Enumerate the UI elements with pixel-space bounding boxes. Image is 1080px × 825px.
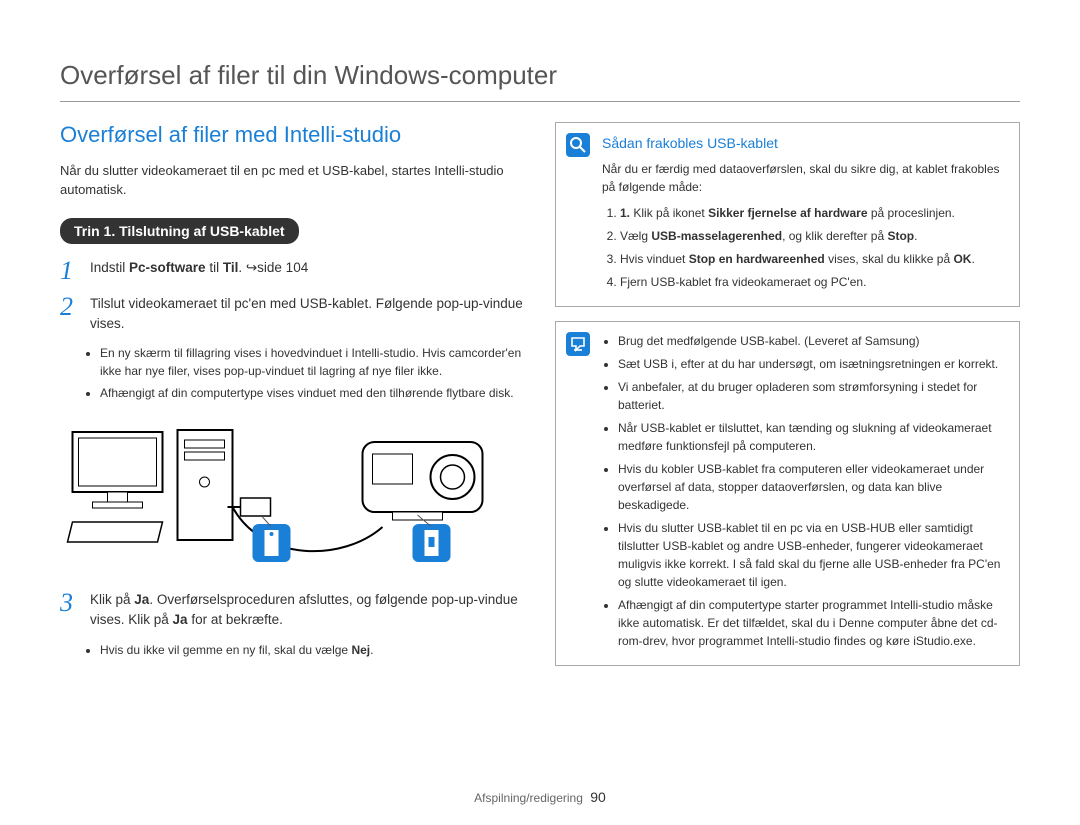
step-1: 1 Indstil Pc-software til Til. ↪side 104 — [60, 258, 525, 284]
text: for at bekræfte. — [188, 612, 283, 627]
tip-item: Vi anbefaler, at du bruger opladeren som… — [618, 378, 1005, 414]
bullet-item: Hvis du ikke vil gemme en ny fil, skal d… — [100, 641, 525, 659]
step-body: Tilslut videokameraet til pc'en med USB-… — [90, 294, 525, 335]
note-step: 1. Klik på ikonet Sikker fjernelse af ha… — [620, 204, 1005, 222]
text: . — [238, 260, 246, 275]
bold: Ja — [173, 612, 188, 627]
note-step: Hvis vinduet Stop en hardwareenhed vises… — [620, 250, 1005, 268]
step-number: 1 — [60, 258, 80, 284]
text: til — [206, 260, 223, 275]
bold: Ja — [134, 592, 149, 607]
step-body: Indstil Pc-software til Til. ↪side 104 — [90, 258, 525, 284]
note-box-disconnect: Sådan frakobles USB-kablet Når du er fær… — [555, 122, 1020, 307]
step-2-bullets: En ny skærm til fillagring vises i hoved… — [60, 344, 525, 402]
intro-text: Når du slutter videokameraet til en pc m… — [60, 162, 525, 200]
note-step: Fjern USB-kablet fra videokameraet og PC… — [620, 273, 1005, 291]
text: . Overførselsproceduren afsluttes, og fø… — [90, 592, 518, 627]
step-label: Trin 1. Tilslutning af USB-kablet — [60, 218, 299, 244]
bold: Nej — [351, 643, 370, 657]
tip-item: Afhængigt af din computertype starter pr… — [618, 596, 1005, 650]
magnifier-icon — [566, 133, 590, 157]
usb-connection-diagram — [60, 412, 525, 572]
step-2: 2 Tilslut videokameraet til pc'en med US… — [60, 294, 525, 335]
page-number: 90 — [590, 789, 606, 805]
bold: Pc-software — [129, 260, 206, 275]
step-body: Klik på Ja. Overførselsproceduren afslut… — [90, 590, 525, 631]
note-icon — [566, 332, 590, 356]
tip-item: Når USB-kablet er tilsluttet, kan tændin… — [618, 419, 1005, 455]
note-steps: 1. Klik på ikonet Sikker fjernelse af ha… — [602, 204, 1005, 291]
step-3-bullets: Hvis du ikke vil gemme en ny fil, skal d… — [60, 641, 525, 659]
text: Hvis du ikke vil gemme en ny fil, skal d… — [100, 643, 351, 657]
section-heading: Overførsel af filer med Intelli-studio — [60, 122, 525, 148]
step-number: 3 — [60, 590, 80, 631]
note-step: Vælg USB-masselagerenhed, og klik dereft… — [620, 227, 1005, 245]
page-ref: ↪side 104 — [246, 260, 308, 275]
note-box-tips: Brug det medfølgende USB-kabel. (Leveret… — [555, 321, 1020, 666]
step-number: 2 — [60, 294, 80, 335]
note-tips-list: Brug det medfølgende USB-kabel. (Leveret… — [602, 332, 1005, 650]
tip-item: Sæt USB i, efter at du har undersøgt, om… — [618, 355, 1005, 373]
right-column: Sådan frakobles USB-kablet Når du er fær… — [555, 122, 1020, 680]
page-footer: Afspilning/redigering 90 — [0, 789, 1080, 805]
note-title: Sådan frakobles USB-kablet — [602, 133, 1005, 154]
text: . — [370, 643, 373, 657]
footer-section: Afspilning/redigering — [474, 791, 583, 805]
tip-item: Hvis du slutter USB-kablet til en pc via… — [618, 519, 1005, 591]
bullet-item: En ny skærm til fillagring vises i hoved… — [100, 344, 525, 380]
page-title: Overførsel af filer til din Windows-comp… — [60, 60, 1020, 102]
tip-item: Hvis du kobler USB-kablet fra computeren… — [618, 460, 1005, 514]
step-3: 3 Klik på Ja. Overførselsproceduren afsl… — [60, 590, 525, 631]
left-column: Overførsel af filer med Intelli-studio N… — [60, 122, 525, 680]
tip-item: Brug det medfølgende USB-kabel. (Leveret… — [618, 332, 1005, 350]
connection-illustration — [60, 412, 525, 572]
content-columns: Overførsel af filer med Intelli-studio N… — [60, 122, 1020, 680]
text: Klik på — [90, 592, 134, 607]
bold: Til — [223, 260, 239, 275]
note-intro: Når du er færdig med dataoverførslen, sk… — [602, 160, 1005, 196]
text: Indstil — [90, 260, 129, 275]
bullet-item: Afhængigt af din computertype vises vind… — [100, 384, 525, 402]
